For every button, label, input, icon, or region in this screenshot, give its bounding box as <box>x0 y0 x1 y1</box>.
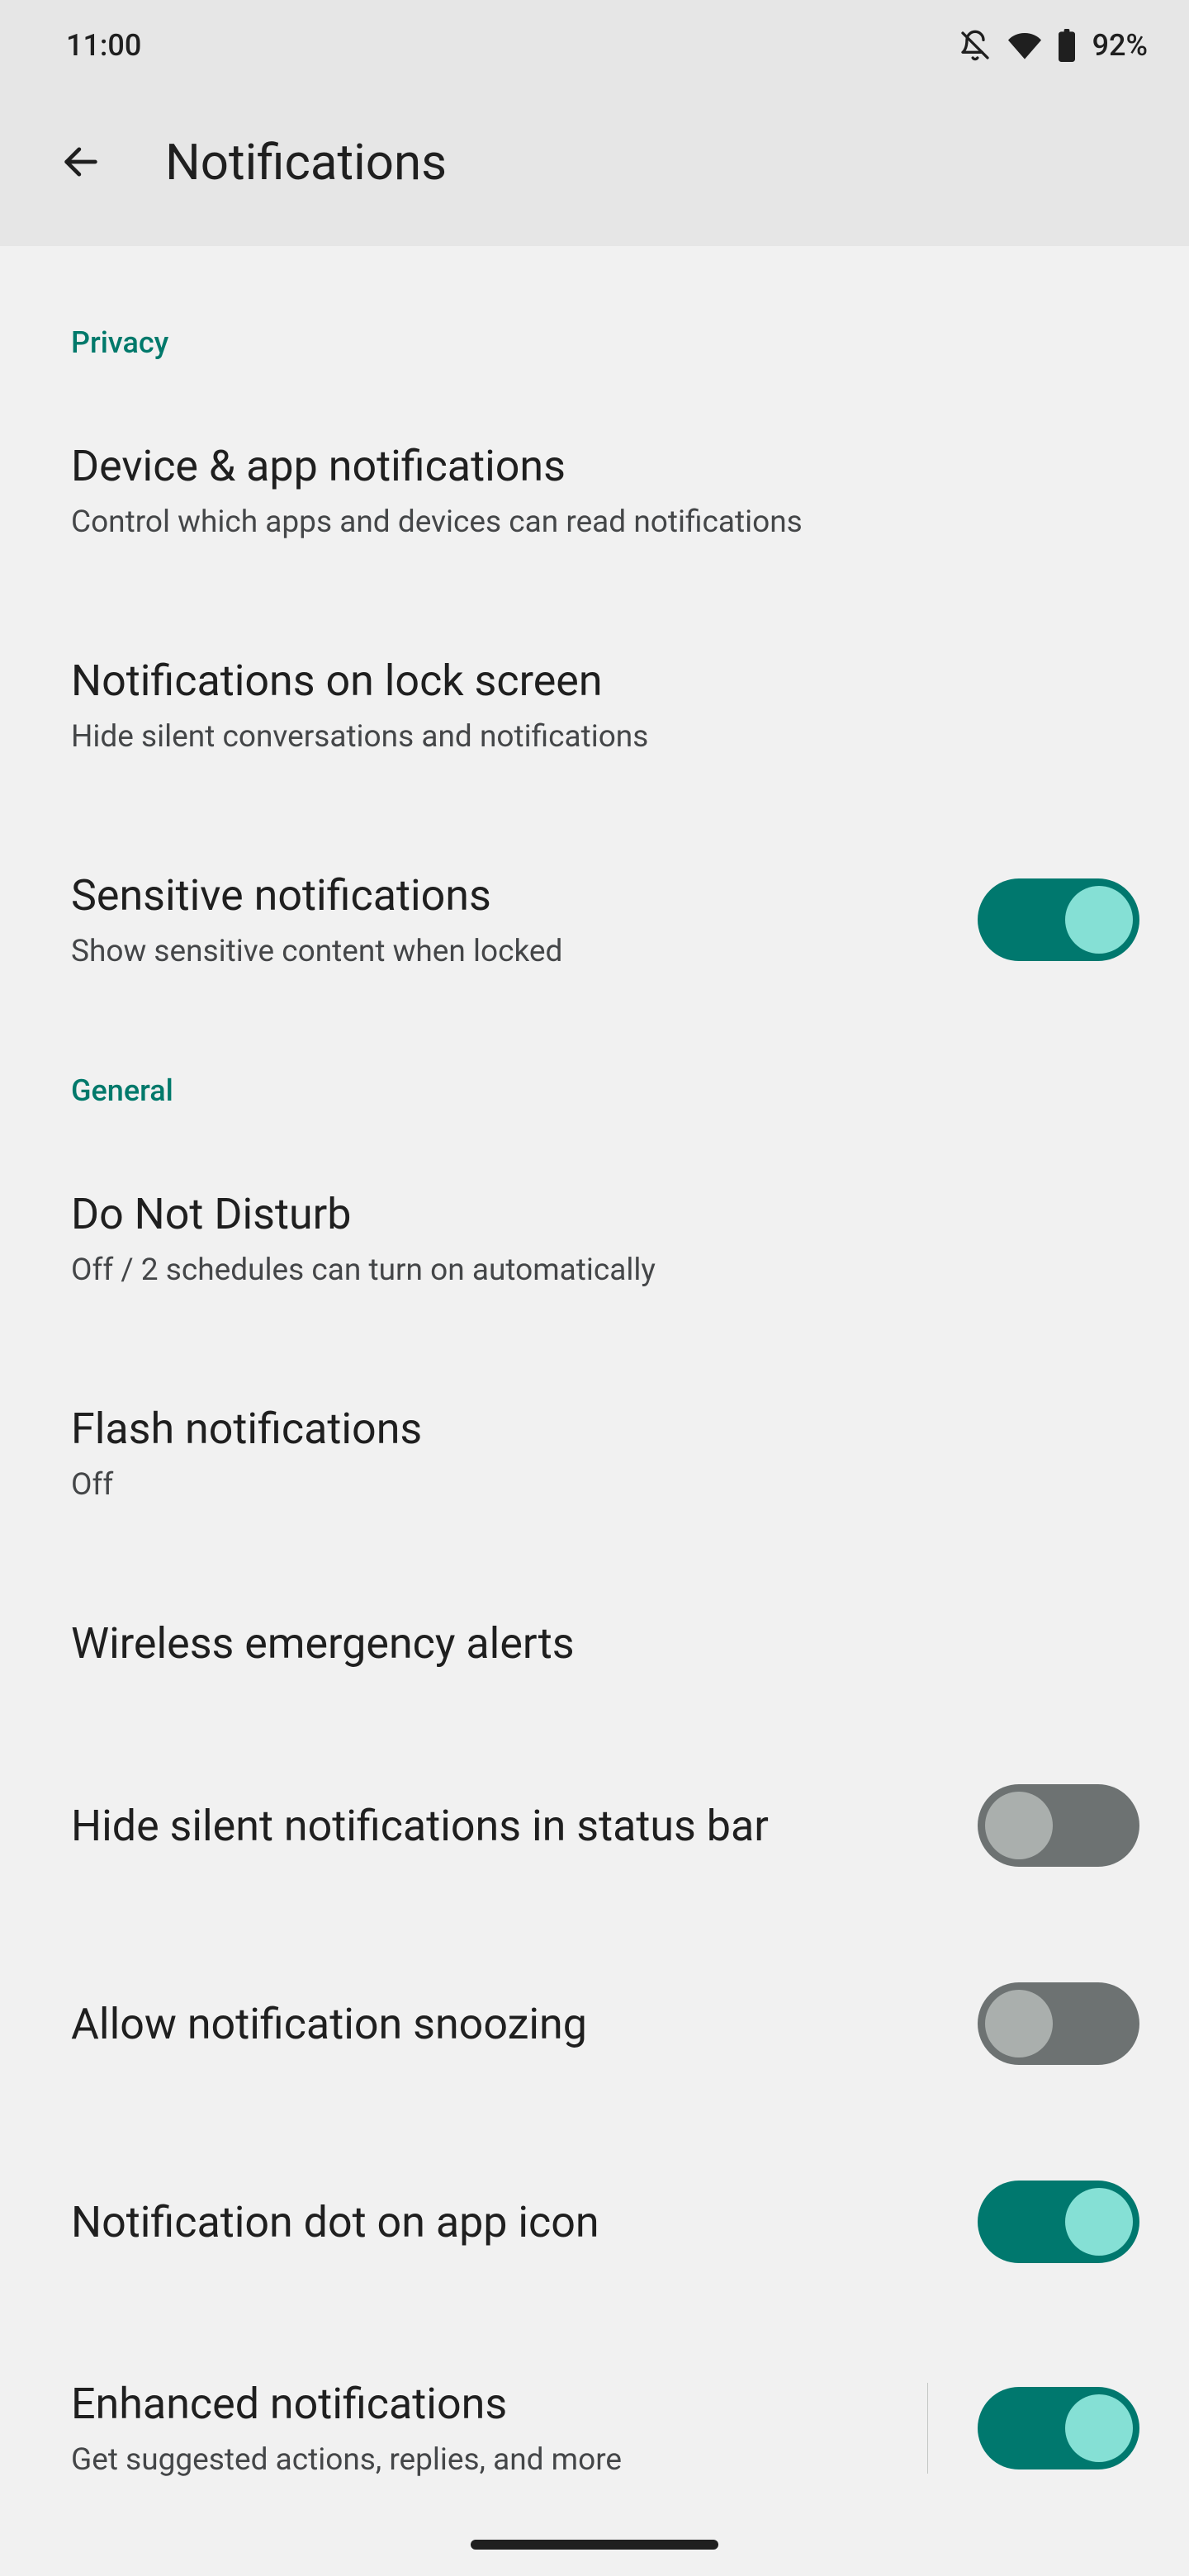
nav-pill-icon <box>471 2540 718 2550</box>
row-subtitle: Get suggested actions, replies, and more <box>71 2442 878 2478</box>
row-title: Enhanced notifications <box>71 2379 878 2429</box>
arrow-back-icon <box>59 140 102 183</box>
row-subtitle: Hide silent conversations and notificati… <box>71 719 1139 755</box>
status-bar: 11:00 92% <box>0 0 1189 91</box>
status-time: 11:00 <box>66 28 141 63</box>
row-title: Hide silent notifications in status bar <box>71 1801 945 1851</box>
row-device-app-notifications[interactable]: Device & app notifications Control which… <box>0 383 1189 598</box>
row-title: Sensitive notifications <box>71 870 945 921</box>
row-do-not-disturb[interactable]: Do Not Disturb Off / 2 schedules can tur… <box>0 1131 1189 1346</box>
gesture-nav-bar[interactable] <box>0 2540 1189 2550</box>
row-separator <box>927 2383 928 2474</box>
row-sensitive-notifications[interactable]: Sensitive notifications Show sensitive c… <box>0 812 1189 1027</box>
row-hide-silent-notifications[interactable]: Hide silent notifications in status bar <box>0 1726 1189 1925</box>
page-title: Notifications <box>165 133 447 192</box>
row-notifications-lock-screen[interactable]: Notifications on lock screen Hide silent… <box>0 598 1189 812</box>
status-battery-percent: 92% <box>1092 28 1148 63</box>
row-title: Flash notifications <box>71 1404 1139 1454</box>
dnd-bell-off-icon <box>959 29 992 62</box>
row-title: Notification dot on app icon <box>71 2197 945 2247</box>
row-title: Notifications on lock screen <box>71 656 1139 706</box>
toggle-allow-notification-snoozing[interactable] <box>978 1982 1139 2065</box>
toggle-notification-dot[interactable] <box>978 2181 1139 2263</box>
battery-icon <box>1058 29 1076 62</box>
section-header-general: General <box>0 1027 1189 1131</box>
row-allow-notification-snoozing[interactable]: Allow notification snoozing <box>0 1925 1189 2123</box>
row-enhanced-notifications[interactable]: Enhanced notifications Get suggested act… <box>0 2321 1189 2536</box>
status-icons: 92% <box>959 28 1148 63</box>
row-subtitle: Control which apps and devices can read … <box>71 504 1139 540</box>
settings-list[interactable]: Privacy Device & app notifications Contr… <box>0 246 1189 2576</box>
row-title: Allow notification snoozing <box>71 1999 945 2049</box>
toggle-hide-silent-notifications[interactable] <box>978 1784 1139 1867</box>
row-subtitle: Off <box>71 1467 1139 1503</box>
row-title: Wireless emergency alerts <box>71 1618 1139 1669</box>
section-header-privacy: Privacy <box>0 279 1189 383</box>
row-wireless-emergency-alerts[interactable]: Wireless emergency alerts <box>0 1560 1189 1726</box>
toggle-enhanced-notifications[interactable] <box>978 2387 1139 2469</box>
wifi-icon <box>1008 29 1041 62</box>
row-notification-dot[interactable]: Notification dot on app icon <box>0 2123 1189 2321</box>
toggle-sensitive-notifications[interactable] <box>978 878 1139 961</box>
back-button[interactable] <box>50 130 112 193</box>
row-title: Do Not Disturb <box>71 1189 1139 1239</box>
row-title: Device & app notifications <box>71 441 1139 491</box>
row-flash-notifications[interactable]: Flash notifications Off <box>0 1346 1189 1560</box>
app-bar: Notifications <box>0 91 1189 246</box>
row-subtitle: Show sensitive content when locked <box>71 934 945 969</box>
row-subtitle: Off / 2 schedules can turn on automatica… <box>71 1252 1139 1288</box>
